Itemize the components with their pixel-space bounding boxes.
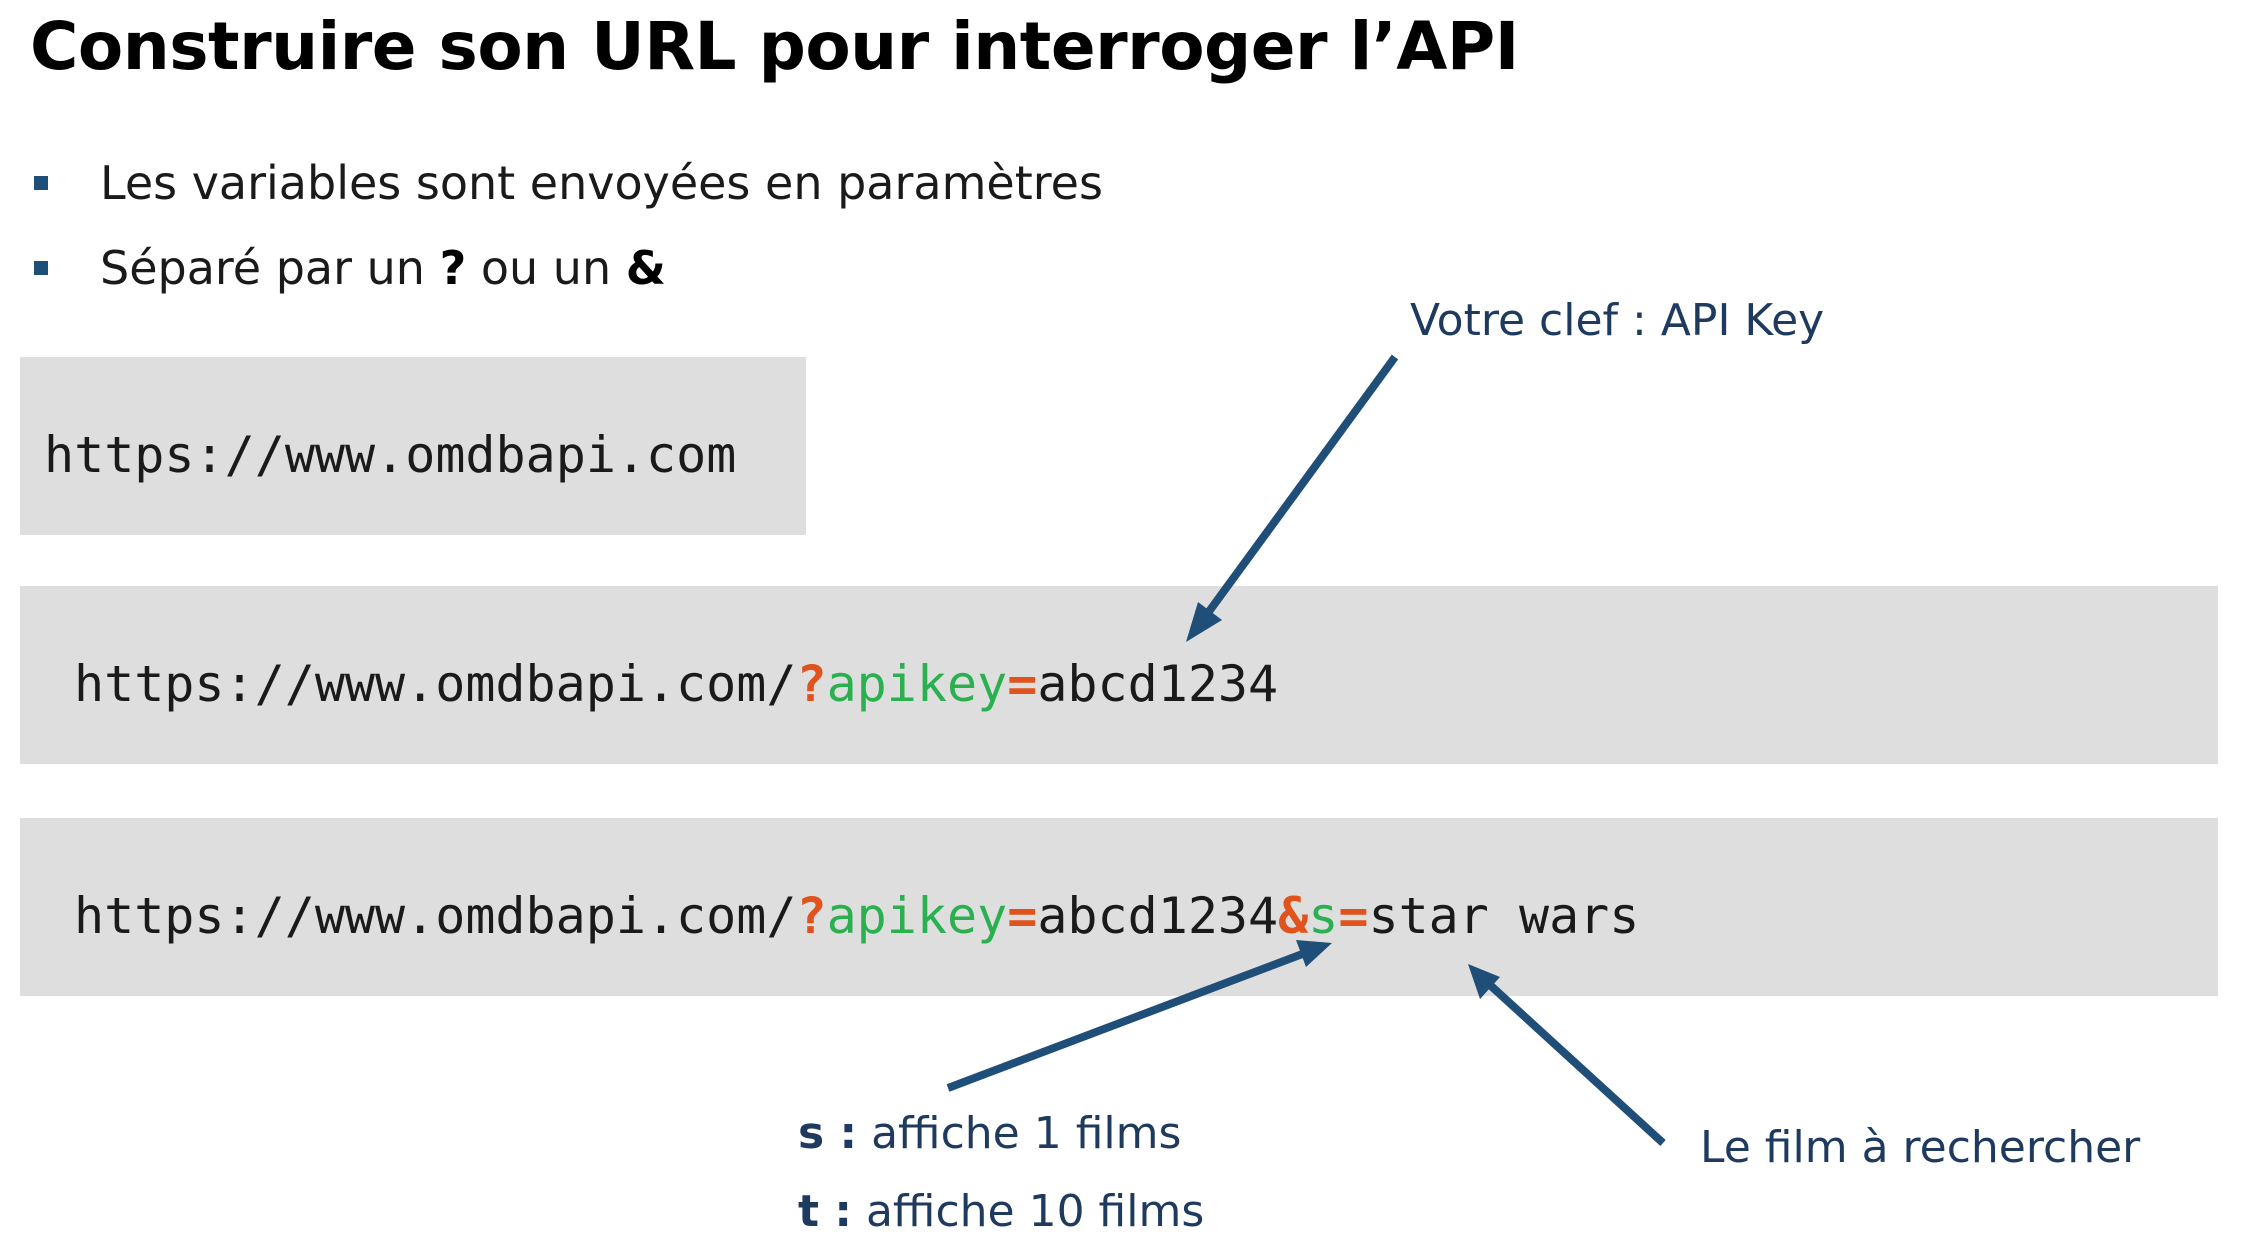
arrow-s-param-icon [946,940,1332,1092]
arrow-film-icon [1468,964,1666,1146]
arrow-apikey-icon [1186,354,1399,642]
arrows-layer [946,354,1666,1146]
